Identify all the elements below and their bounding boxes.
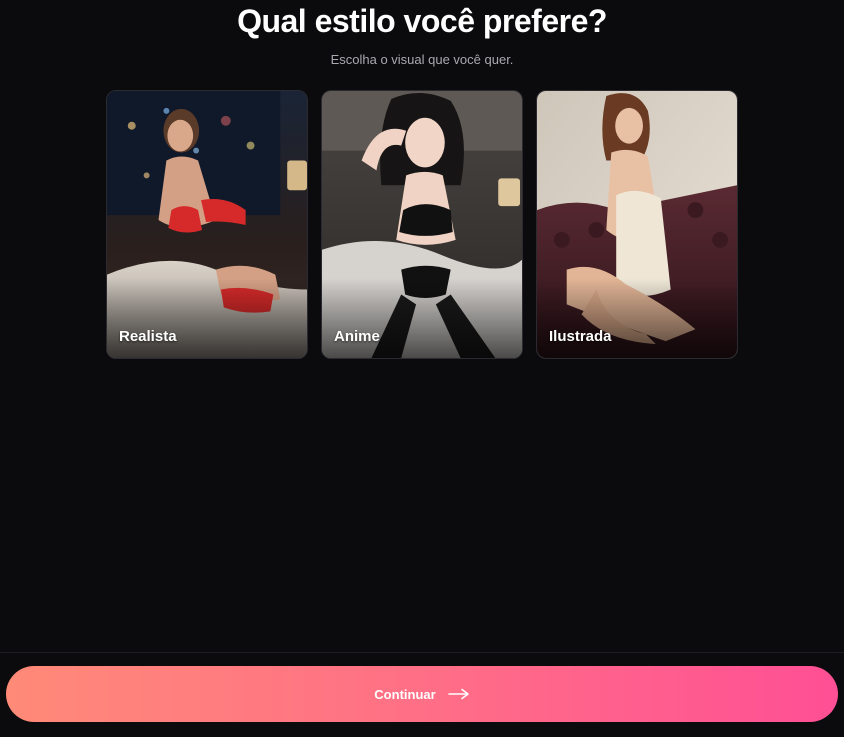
style-card-label: Realista <box>119 328 177 345</box>
continue-button-label: Continuar <box>374 686 436 702</box>
page-subtitle: Escolha o visual que você quer. <box>330 52 514 67</box>
style-card-label: Ilustrada <box>549 328 612 345</box>
style-selection-page: Qual estilo você prefere? Escolha o visu… <box>0 0 844 737</box>
arrow-right-icon <box>447 688 470 700</box>
style-card-label: Anime <box>334 328 380 345</box>
footer-bar: Continuar <box>0 652 844 737</box>
style-card-ilustrada[interactable]: Ilustrada <box>536 90 738 359</box>
continue-button[interactable]: Continuar <box>6 666 838 722</box>
style-card-realista[interactable]: Realista <box>106 90 308 359</box>
page-title: Qual estilo você prefere? <box>237 3 607 39</box>
style-card-anime[interactable]: Anime <box>321 90 523 359</box>
style-card-list: Realista Anime Ilustrada <box>106 90 738 359</box>
